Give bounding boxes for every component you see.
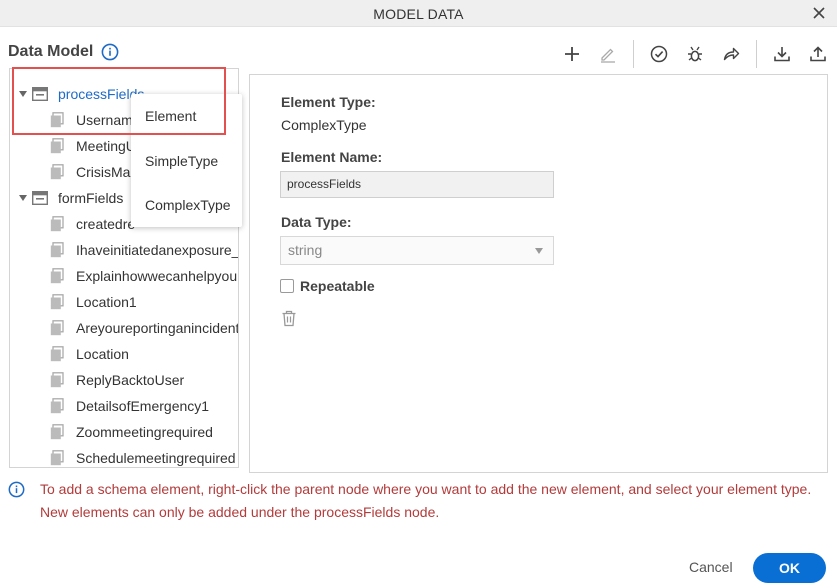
share-button[interactable] <box>720 43 742 65</box>
context-menu: Element SimpleType ComplexType <box>131 94 242 227</box>
field-icon <box>50 346 64 362</box>
add-button[interactable] <box>561 43 583 65</box>
info-icon <box>8 481 25 498</box>
data-type-label: Data Type: <box>281 214 352 230</box>
data-type-select[interactable]: string <box>280 236 554 265</box>
tree-leaf[interactable]: createdre <box>50 211 135 237</box>
tree-node-label: DetailsofEmergency1 <box>76 398 210 414</box>
element-name-field[interactable]: processFields <box>280 171 554 198</box>
caret-down-icon[interactable] <box>18 89 28 99</box>
folder-icon <box>32 191 48 205</box>
repeatable-checkbox[interactable] <box>280 279 294 293</box>
info-line-2: New elements can only be added under the… <box>40 504 440 520</box>
upload-button[interactable] <box>807 43 829 65</box>
tree-node-formfields[interactable]: formFields <box>18 185 123 211</box>
toolbar-separator <box>756 40 757 68</box>
ok-button[interactable]: OK <box>753 553 826 583</box>
field-icon <box>50 450 64 466</box>
download-icon <box>774 47 790 62</box>
tree-leaf[interactable]: Explainhowwecanhelpyou <box>50 263 237 289</box>
field-icon <box>50 320 64 336</box>
field-icon <box>50 216 64 232</box>
toolbar-separator <box>633 40 634 68</box>
tree-leaf[interactable]: Usernam <box>50 107 133 133</box>
field-icon <box>50 372 64 388</box>
element-type-value: ComplexType <box>281 117 367 133</box>
field-icon <box>50 242 64 258</box>
element-type-label: Element Type: <box>281 94 376 110</box>
element-name-label: Element Name: <box>281 149 383 165</box>
info-line-1: To add a schema element, right-click the… <box>40 481 812 497</box>
tree-node-label: Schedulemeetingrequired <box>76 450 236 466</box>
cancel-button[interactable]: Cancel <box>689 559 733 575</box>
validate-button[interactable] <box>648 43 670 65</box>
field-icon <box>50 164 64 180</box>
tree-leaf[interactable]: Areyoureportinganincident <box>50 315 239 341</box>
window-title: MODEL DATA <box>373 6 464 22</box>
share-arrow-icon <box>723 47 740 61</box>
tree-node-label: createdre <box>76 216 136 232</box>
field-icon <box>50 294 64 310</box>
caret-down-icon[interactable] <box>18 193 28 203</box>
tree-leaf[interactable]: Schedulemeetingrequired <box>50 445 236 467</box>
data-model-header: Data Model <box>8 43 119 61</box>
tree-leaf[interactable]: Ihaveinitiatedanexposure_ <box>50 237 239 263</box>
plus-icon <box>565 47 579 61</box>
tree-leaf[interactable]: DetailsofEmergency1 <box>50 393 209 419</box>
debug-button[interactable] <box>684 43 706 65</box>
folder-icon <box>32 87 48 101</box>
tree-node-label: Explainhowwecanhelpyou <box>76 268 238 284</box>
tree-leaf[interactable]: Zoommeetingrequired <box>50 419 213 445</box>
tree-node-label: formFields <box>58 190 124 206</box>
tree-node-label: Usernam <box>76 112 133 128</box>
tree-node-label: Zoommeetingrequired <box>76 424 213 440</box>
detail-panel: Element Type: ComplexType Element Name: … <box>249 74 828 473</box>
close-icon[interactable] <box>811 5 827 21</box>
upload-icon <box>810 46 826 62</box>
edit-button[interactable] <box>597 43 619 65</box>
info-icon[interactable] <box>101 43 119 61</box>
bug-icon <box>688 46 702 62</box>
caret-down-icon <box>535 248 543 254</box>
title-bar: MODEL DATA <box>0 0 837 27</box>
tree-node-label: ReplyBacktoUser <box>76 372 185 388</box>
field-icon <box>50 112 64 128</box>
tree-node-label: CrisisMar <box>76 164 136 180</box>
tree-leaf[interactable]: Location1 <box>50 289 137 315</box>
field-icon <box>50 138 64 154</box>
tree-leaf[interactable]: MeetingU <box>50 133 136 159</box>
pencil-icon <box>601 48 615 63</box>
repeatable-row[interactable]: Repeatable <box>280 278 375 294</box>
repeatable-label: Repeatable <box>300 278 375 294</box>
data-type-value: string <box>288 242 323 258</box>
toolbar <box>547 40 829 68</box>
tree-node-label: Location1 <box>76 294 137 310</box>
tree-node-label: Location <box>76 346 129 362</box>
tree-leaf[interactable]: CrisisMar <box>50 159 135 185</box>
menu-item-element[interactable]: Element <box>145 108 196 124</box>
tree-leaf[interactable]: ReplyBacktoUser <box>50 367 184 393</box>
field-icon <box>50 398 64 414</box>
menu-item-complextype[interactable]: ComplexType <box>145 197 231 213</box>
field-icon <box>50 424 64 440</box>
check-circle-icon <box>650 45 668 63</box>
menu-item-simpletype[interactable]: SimpleType <box>145 153 218 169</box>
tree-node-label: Areyoureportinganincident <box>76 320 239 336</box>
tree-leaf[interactable]: Location <box>50 341 129 367</box>
data-model-label: Data Model <box>8 43 94 60</box>
field-icon <box>50 268 64 284</box>
tree-node-label: Ihaveinitiatedanexposure_ <box>76 242 239 258</box>
trash-icon[interactable] <box>281 310 297 327</box>
download-button[interactable] <box>771 43 793 65</box>
tree-node-label: MeetingU <box>76 138 136 154</box>
tree-node-processfields[interactable]: processFields <box>18 81 144 107</box>
